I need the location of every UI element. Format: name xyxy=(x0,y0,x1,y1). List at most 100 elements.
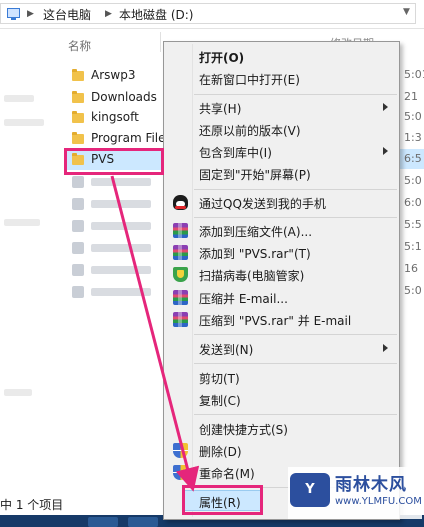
menu-item-add-to-pvs-rar[interactable]: 添加到 "PVS.rar"(T) xyxy=(165,242,398,263)
taskbar-app-icon[interactable] xyxy=(88,517,118,527)
watermark-url: www.YLMFU.COM xyxy=(335,496,422,507)
menu-separator xyxy=(194,334,397,335)
file-row-blurred[interactable] xyxy=(66,282,164,302)
menu-item-scan-virus[interactable]: 扫描病毒(电脑管家) xyxy=(165,264,398,285)
date-cell: 1:3 xyxy=(404,131,422,144)
file-icon xyxy=(72,264,84,276)
file-row-blurred[interactable] xyxy=(66,260,164,280)
menu-separator xyxy=(194,363,397,364)
menu-item-include-in-library[interactable]: 包含到库中(I) xyxy=(165,141,398,162)
date-cell: 5:1 xyxy=(404,240,422,253)
folder-name: Arswp3 xyxy=(91,68,136,82)
context-menu: 打开(O) 在新窗口中打开(E) 共享(H) 还原以前的版本(V) 包含到库中(… xyxy=(163,41,400,520)
menu-item-label: 包含到库中(I) xyxy=(199,146,272,160)
this-pc-icon xyxy=(7,8,20,20)
menu-item-add-to-archive[interactable]: 添加到压缩文件(A)... xyxy=(165,220,398,241)
breadcrumb-chevron-icon[interactable]: ▶ xyxy=(105,9,112,19)
menu-item-label: 在新窗口中打开(E) xyxy=(199,73,300,87)
file-row-blurred[interactable] xyxy=(66,194,164,214)
menu-item-compress-pvs-email[interactable]: 压缩到 "PVS.rar" 并 E-mail xyxy=(165,309,398,330)
qq-penguin-icon xyxy=(173,195,188,210)
menu-item-label: 还原以前的版本(V) xyxy=(199,124,301,138)
file-name-blurred xyxy=(91,244,151,252)
date-cell: 16 xyxy=(404,262,418,275)
folder-row-kingsoft[interactable]: kingsoft xyxy=(66,108,164,128)
nav-item-blurred[interactable] xyxy=(4,219,40,226)
menu-item-label: 发送到(N) xyxy=(199,343,254,357)
folder-row-downloads[interactable]: Downloads xyxy=(66,88,164,108)
folder-icon xyxy=(72,111,84,123)
nav-item-blurred[interactable] xyxy=(4,119,44,126)
date-cell: 5:01 xyxy=(404,68,424,81)
menu-item-share[interactable]: 共享(H) xyxy=(165,97,398,118)
taskbar-app-icon[interactable] xyxy=(128,517,158,527)
folder-row-program-files[interactable]: Program Files xyxy=(66,129,172,149)
file-icon xyxy=(72,286,84,298)
file-icon xyxy=(72,220,84,232)
menu-item-send-to[interactable]: 发送到(N) xyxy=(165,338,398,359)
status-bar: 中 1 个项目 xyxy=(0,494,170,512)
watermark-logo: Y xyxy=(290,473,330,507)
menu-item-pin-to-start[interactable]: 固定到"开始"屏幕(P) xyxy=(165,163,398,184)
menu-item-open[interactable]: 打开(O) xyxy=(165,46,398,67)
submenu-arrow-icon xyxy=(383,344,388,352)
menu-item-compress-email[interactable]: 压缩并 E-mail... xyxy=(165,287,398,308)
uac-shield-icon xyxy=(173,443,188,458)
menu-separator xyxy=(194,189,397,190)
menu-item-delete[interactable]: 删除(D) xyxy=(165,440,398,461)
menu-separator xyxy=(194,94,397,95)
file-row-blurred[interactable] xyxy=(66,238,164,258)
chevron-down-icon[interactable]: ▼ xyxy=(403,7,410,17)
menu-item-label: 压缩到 "PVS.rar" 并 E-mail xyxy=(199,314,352,328)
uac-shield-icon xyxy=(173,465,188,480)
menu-item-label: 重命名(M) xyxy=(199,467,255,481)
highlight-box-properties xyxy=(182,485,263,515)
menu-separator xyxy=(194,414,397,415)
menu-item-label: 添加到压缩文件(A)... xyxy=(199,225,313,239)
winrar-icon xyxy=(173,245,188,260)
folder-icon xyxy=(72,132,84,144)
nav-item-blurred[interactable] xyxy=(4,389,32,396)
column-divider[interactable] xyxy=(160,32,161,52)
navigation-pane[interactable] xyxy=(0,29,62,497)
file-name-blurred xyxy=(91,200,151,208)
menu-item-create-shortcut[interactable]: 创建快捷方式(S) xyxy=(165,418,398,439)
date-cell: 5:0 xyxy=(404,284,422,297)
address-bar: ▶ 这台电脑 ▶ 本地磁盘 (D:) ▼ xyxy=(0,0,424,29)
shield-icon xyxy=(173,267,188,282)
date-cell: 21 xyxy=(404,90,418,103)
menu-item-send-qq-phone[interactable]: 通过QQ发送到我的手机 xyxy=(165,192,398,213)
file-icon xyxy=(72,198,84,210)
folder-name: kingsoft xyxy=(91,110,139,124)
status-item-count: 中 1 个项目 xyxy=(0,498,64,512)
menu-item-copy[interactable]: 复制(C) xyxy=(165,389,398,410)
date-cell: 5:0 xyxy=(404,174,422,187)
date-cell: 6:5 xyxy=(404,152,422,165)
menu-item-label: 压缩并 E-mail... xyxy=(199,292,288,306)
breadcrumb-this-pc[interactable]: 这台电脑 xyxy=(43,6,91,23)
date-cell: 5:0 xyxy=(404,110,422,123)
nav-item-blurred[interactable] xyxy=(4,95,34,102)
file-row-blurred[interactable] xyxy=(66,172,164,192)
folder-name: Downloads xyxy=(91,90,157,104)
column-header-name[interactable]: 名称 xyxy=(68,38,91,54)
breadcrumb-chevron-icon[interactable]: ▶ xyxy=(27,9,34,19)
submenu-arrow-icon xyxy=(383,147,388,155)
folder-row-arswp3[interactable]: Arswp3 xyxy=(66,66,164,86)
file-row-blurred[interactable] xyxy=(66,216,164,236)
menu-item-cut[interactable]: 剪切(T) xyxy=(165,367,398,388)
date-cell: 6:0 xyxy=(404,196,422,209)
breadcrumb-drive-d[interactable]: 本地磁盘 (D:) xyxy=(119,6,193,23)
winrar-icon xyxy=(173,312,188,327)
date-cell: 5:5 xyxy=(404,218,422,231)
file-icon xyxy=(72,242,84,254)
menu-item-label: 打开(O) xyxy=(199,51,245,65)
menu-item-label: 删除(D) xyxy=(199,445,242,459)
winrar-icon xyxy=(173,223,188,238)
menu-item-open-new-window[interactable]: 在新窗口中打开(E) xyxy=(165,68,398,89)
folder-name: Program Files xyxy=(91,131,172,145)
address-field[interactable]: ▶ 这台电脑 ▶ 本地磁盘 (D:) ▼ xyxy=(0,3,416,24)
watermark-title: 雨林木风 xyxy=(335,475,407,495)
menu-separator xyxy=(194,217,397,218)
menu-item-restore-versions[interactable]: 还原以前的版本(V) xyxy=(165,119,398,140)
